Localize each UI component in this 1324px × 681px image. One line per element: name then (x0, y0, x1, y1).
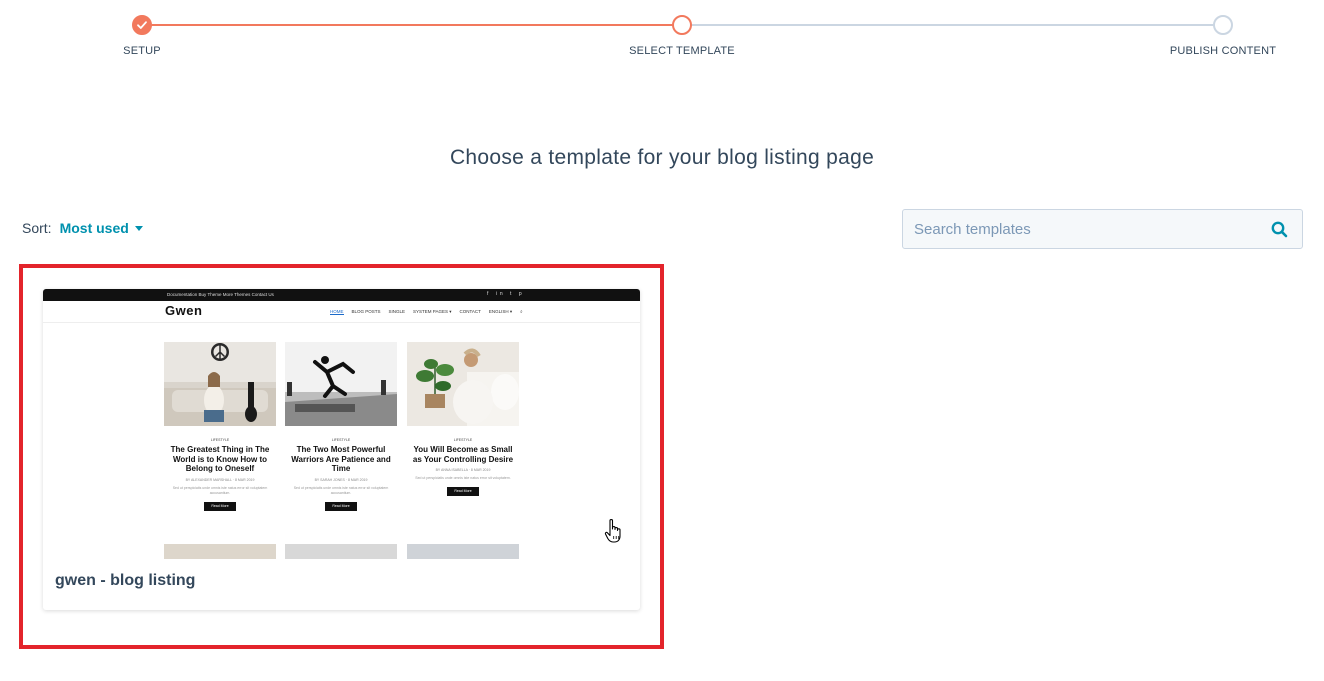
preview-post-image (407, 342, 519, 426)
template-card[interactable]: Documentation Buy Theme More Themes Cont… (43, 289, 640, 610)
preview-post-meta: BY ALEXANDER MARSHALL · 8 MAR 2019 (185, 477, 255, 482)
preview-post: LIFESTYLE You Will Become as Small as Yo… (407, 342, 519, 496)
sort-control: Sort: Most used (22, 220, 143, 236)
progress-stepper: SETUP SELECT TEMPLATE PUBLISH CONTENT (0, 0, 1324, 70)
preview-post-image (407, 544, 519, 559)
preview-menu-item: ENGLISH ▾ (488, 309, 513, 314)
step-connector-pending (682, 24, 1223, 26)
preview-post-category: LIFESTYLE (210, 438, 230, 442)
preview-menu-item: CONTACT (459, 309, 481, 314)
preview-post-title: The Two Most Powerful Warriors Are Patie… (291, 445, 391, 473)
preview-post-excerpt: Sed ut perspiciatis unde omnis iste natu… (172, 485, 268, 495)
preview-post-image (164, 342, 276, 426)
search-icon[interactable] (1271, 221, 1288, 243)
preview-post-excerpt: Sed ut perspiciatis unde omnis iste natu… (293, 485, 389, 495)
preview-menu: HOME BLOG POSTS SINGLE SYSTEM PAGES ▾ CO… (330, 309, 523, 315)
preview-menu-item: HOME (330, 309, 344, 315)
search-input[interactable] (903, 210, 1243, 248)
preview-social-icons: f in t p (487, 291, 525, 297)
preview-menu-item: SINGLE (388, 309, 406, 314)
step-connector-complete (142, 24, 682, 26)
preview-top-links: Documentation Buy Theme More Themes Cont… (167, 292, 274, 297)
sort-dropdown-value: Most used (59, 220, 129, 236)
preview-post-image (285, 342, 397, 426)
search-box (902, 209, 1303, 249)
preview-read-more-button: Read More (447, 487, 479, 496)
preview-read-more-button: Read More (325, 501, 357, 511)
preview-post-image (285, 544, 397, 559)
step-publish-content-dot (1213, 15, 1233, 35)
caret-down-icon (134, 225, 143, 231)
preview-post: LIFESTYLE The Two Most Powerful Warriors… (285, 342, 397, 511)
preview-menu-item: BLOG POSTS (351, 309, 381, 314)
preview-post-meta: BY ANNA ISABELLA · 8 MAR 2019 (435, 468, 491, 472)
preview-topbar (43, 289, 640, 301)
sort-dropdown[interactable]: Most used (60, 220, 143, 236)
preview-post-title: The Greatest Thing in The World is to Kn… (170, 445, 270, 473)
preview-post-category: LIFESTYLE (453, 438, 473, 442)
preview-search-icon: ⌕ (520, 309, 523, 314)
page-title: Choose a template for your blog listing … (449, 146, 875, 169)
preview-read-more-button: Read More (204, 501, 236, 511)
step-label-select-template: SELECT TEMPLATE (629, 45, 735, 57)
preview-menu-item: SYSTEM PAGES ▾ (413, 309, 452, 314)
preview-post-image (164, 544, 276, 559)
preview-post-category: LIFESTYLE (331, 438, 351, 442)
template-name: gwen - blog listing (55, 572, 196, 589)
step-select-template-dot (672, 15, 692, 35)
step-setup-check-icon (132, 15, 152, 35)
preview-navbar: Gwen HOME BLOG POSTS SINGLE SYSTEM PAGES… (43, 301, 640, 323)
preview-post-meta: BY SARAH JONES · 8 MAR 2019 (314, 477, 368, 482)
preview-post-excerpt: Sed ut perspiciatis unde omnis iste natu… (415, 476, 511, 480)
preview-post: LIFESTYLE The Greatest Thing in The Worl… (164, 342, 276, 511)
preview-logo: Gwen (165, 303, 203, 318)
step-label-setup: SETUP (123, 45, 161, 57)
step-label-publish-content: PUBLISH CONTENT (1169, 45, 1277, 57)
template-preview-thumbnail: Documentation Buy Theme More Themes Cont… (43, 289, 640, 559)
preview-post-title: You Will Become as Small as Your Control… (412, 445, 514, 464)
sort-label: Sort: (22, 220, 52, 236)
hand-pointer-icon (604, 518, 624, 549)
